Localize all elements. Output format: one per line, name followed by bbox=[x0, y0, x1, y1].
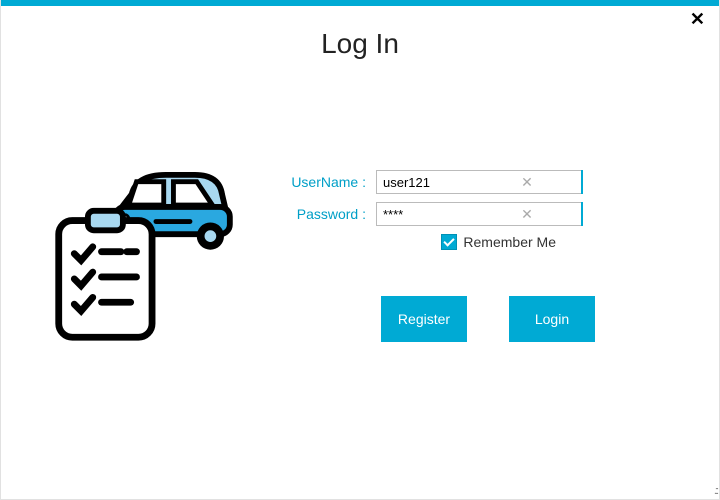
window-top-strip bbox=[1, 0, 719, 6]
content-area: UserName : ✕ Password : ✕ Remember Me bbox=[1, 170, 719, 345]
page-title: Log In bbox=[1, 28, 719, 60]
username-cap[interactable] bbox=[581, 170, 583, 194]
clear-password-icon[interactable]: ✕ bbox=[518, 202, 536, 226]
username-row: UserName : ✕ bbox=[281, 170, 699, 194]
username-input-wrap: ✕ bbox=[376, 170, 556, 194]
clear-username-icon[interactable]: ✕ bbox=[518, 170, 536, 194]
close-icon[interactable]: ✕ bbox=[690, 10, 705, 28]
username-label: UserName : bbox=[281, 174, 376, 190]
button-row: Register Login bbox=[381, 296, 699, 342]
login-form: UserName : ✕ Password : ✕ Remember Me bbox=[251, 170, 699, 345]
remember-checkbox[interactable] bbox=[441, 234, 457, 250]
car-clipboard-icon bbox=[21, 170, 251, 345]
password-field[interactable] bbox=[376, 202, 581, 226]
register-button[interactable]: Register bbox=[381, 296, 467, 342]
login-button[interactable]: Login bbox=[509, 296, 595, 342]
remember-label: Remember Me bbox=[463, 234, 556, 250]
login-window: ✕ Log In bbox=[0, 0, 720, 500]
remember-row: Remember Me bbox=[281, 234, 556, 250]
username-field[interactable] bbox=[376, 170, 581, 194]
password-reveal-icon[interactable] bbox=[581, 202, 583, 226]
password-label: Password : bbox=[281, 206, 376, 222]
resize-grip-icon[interactable]: .:: bbox=[714, 485, 717, 497]
password-input-wrap: ✕ bbox=[376, 202, 556, 226]
password-row: Password : ✕ bbox=[281, 202, 699, 226]
